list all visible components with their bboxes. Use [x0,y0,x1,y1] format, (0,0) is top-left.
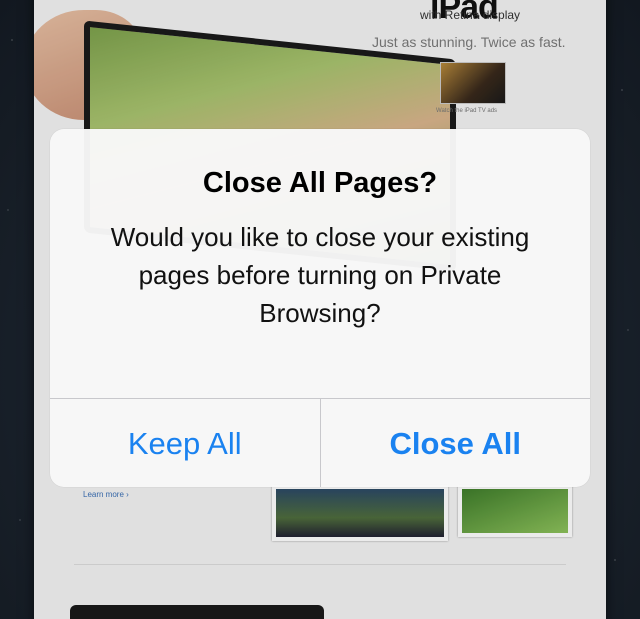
alert-title: Close All Pages? [202,167,438,199]
close-all-pages-alert: Close All Pages? Would you like to close… [50,129,590,487]
alert-message: Would you like to close your existing pa… [110,222,530,328]
alert-button-row: Keep All Close All [50,398,590,487]
close-all-button[interactable]: Close All [321,399,591,487]
keep-all-button[interactable]: Keep All [50,399,321,487]
